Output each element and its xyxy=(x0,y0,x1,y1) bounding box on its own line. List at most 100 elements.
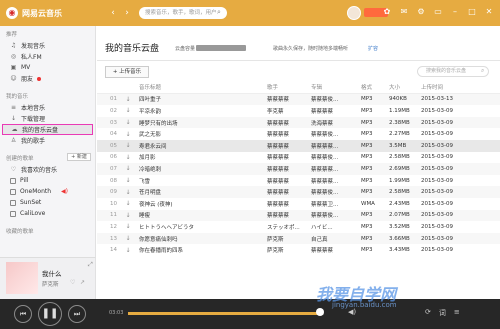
table-row[interactable]: 04 ↓ 武之无影 蔡蔡蔡蔡 蔡蔡蔡俊... MP3 2.27MB 2015-03-09 xyxy=(97,128,500,140)
column-header-artist[interactable]: 歌手 xyxy=(267,83,311,91)
sidebar-item-friends[interactable]: ☺ 朋友 xyxy=(0,73,95,84)
download-icon[interactable]: ↓ xyxy=(121,154,135,161)
download-icon[interactable]: ↓ xyxy=(121,200,135,207)
table-row[interactable]: 12 ↓ ヒトトうへヘアビうタ ステッオポ... ハイビ... MP3 3.52MB 2015… xyxy=(97,221,500,233)
download-icon[interactable]: ↓ xyxy=(121,119,135,126)
download-icon[interactable]: ↓ xyxy=(121,142,135,149)
volume-icon[interactable]: ◀) xyxy=(348,308,356,316)
download-icon[interactable]: ↓ xyxy=(121,165,135,172)
avatar[interactable] xyxy=(347,6,361,20)
lyrics-icon[interactable]: 词 xyxy=(439,308,446,318)
download-icon[interactable]: ↓ xyxy=(121,107,135,114)
table-row[interactable]: 05 ↓ 寿君永云间 蔡蔡蔡蔡 蔡蔡蔡蔡... MP3 3.5MB 2015-03-09 xyxy=(97,139,500,152)
song-artist: 蔡蔡蔡蔡 xyxy=(267,213,290,220)
table-row[interactable]: 01 ↓ 四叶重子 蔡蔡蔡蔡 蔡蔡蔡俊... MP3 940KB 2015-03-13 xyxy=(97,93,500,106)
download-icon[interactable]: ↓ xyxy=(121,223,135,230)
window-controls: ✿ ✉ ⚙ ▭ – □ ✕ xyxy=(382,6,494,18)
column-header-size[interactable]: 大小 xyxy=(389,83,421,91)
sidebar-item-playlist[interactable]: SunSet xyxy=(0,197,95,208)
cloud-search-input[interactable]: 搜索我的音乐云盘 xyxy=(417,66,489,77)
playlist-icon[interactable]: ≡ xyxy=(454,308,460,318)
song-format: MP3 xyxy=(361,235,373,242)
download-icon[interactable]: ↓ xyxy=(121,177,135,184)
sidebar-item-downloads[interactable]: ↓ 下载管理 xyxy=(0,113,95,124)
table-row[interactable]: 10 ↓ 夜神云 (夜神) 蔡蔡蔡蔡 蔡蔡蔡卫... WMA 2.43MB 2015-03-0… xyxy=(97,198,500,210)
notification-dot xyxy=(37,76,42,81)
table-row[interactable]: 07 ↓ 冷暗绝刺 蔡蔡蔡蔡 蔡蔡蔡蔡... MP3 2.69MB 2015-03-09 xyxy=(97,163,500,175)
sidebar-item-singers[interactable]: ♙ 我的歌手 xyxy=(0,135,95,146)
sidebar-item-discover[interactable]: ♫ 发现音乐 xyxy=(0,40,95,51)
download-icon[interactable]: ↓ xyxy=(121,235,135,242)
song-title: 睡梦只有的出场 xyxy=(139,120,178,127)
loop-icon[interactable]: ⟳ xyxy=(425,308,431,318)
download-icon: ↓ xyxy=(10,115,17,122)
title-bar: ◉ 网易云音乐 ‹ › 搜索音乐，歌手，歌词，用户 ⌕ ✿ ✉ ⚙ ▭ – □ … xyxy=(0,0,500,26)
song-upload-time: 2015-03-13 xyxy=(421,96,453,103)
upload-button[interactable]: + 上传音乐 xyxy=(105,66,149,78)
search-input[interactable]: 搜索音乐，歌手，歌词，用户 xyxy=(139,7,227,19)
pause-button[interactable]: ❚❚ xyxy=(38,302,62,326)
sidebar-section-my-music: 我的音乐 xyxy=(6,94,29,100)
table-row[interactable]: 14 ↓ 你在春播雨的四系 萨克斯 蔡蔡蔡蔡 MP3 3.43MB 2015-03-09 xyxy=(97,244,500,256)
download-icon[interactable]: ↓ xyxy=(121,247,135,254)
song-album: 蔡蔡蔡蔡 xyxy=(311,108,334,115)
song-title: 寿君永云间 xyxy=(139,143,167,150)
new-playlist-button[interactable]: + 新建 xyxy=(67,153,91,161)
song-format: MP3 xyxy=(361,165,373,172)
table-row[interactable]: 08 ↓ 飞雪 蔡蔡蔡蔡 蔡蔡蔡蔡... MP3 1.99MB 2015-03-09 xyxy=(97,175,500,187)
column-header-format[interactable]: 格式 xyxy=(361,83,389,91)
table-row[interactable]: 06 ↓ 加月影 蔡蔡蔡蔡 蔡蔡蔡俊... MP3 2.58MB 2015-03-09 xyxy=(97,152,500,164)
table-row[interactable]: 03 ↓ 睡梦只有的出场 蔡蔡蔡蔡 洗海蔡蔡 MP3 2.38MB 2015-03-09 xyxy=(97,116,500,129)
download-icon[interactable]: ↓ xyxy=(121,212,135,219)
song-size: 3.43MB xyxy=(389,247,410,254)
album-cover[interactable] xyxy=(6,262,38,294)
sidebar-item-playlist[interactable]: CaliLove xyxy=(0,208,95,219)
sidebar-item-playlist[interactable]: OneMonth ◀) xyxy=(0,186,95,197)
song-size: 2.27MB xyxy=(389,131,410,138)
now-playing-title[interactable]: 我什么 xyxy=(42,268,62,278)
table-row[interactable]: 11 ↓ 睡瘦 蔡蔡蔡蔡 蔡蔡蔡俊... MP3 2.07MB 2015-03-09 xyxy=(97,209,500,222)
table-row[interactable]: 02 ↓ 平凉永韵 李克蔡 蔡蔡蔡蔡 MP3 1.19MB 2015-03-09 xyxy=(97,105,500,117)
friends-icon: ☺ xyxy=(10,75,17,82)
sidebar-item-mv[interactable]: ▣ MV xyxy=(0,62,95,73)
sidebar-item-playlist[interactable]: Pill xyxy=(0,175,95,186)
sidebar-item-local[interactable]: ≡ 本地音乐 xyxy=(0,102,95,113)
now-playing-artist[interactable]: 萨克斯 xyxy=(42,280,59,288)
back-icon[interactable]: ‹ xyxy=(108,8,118,18)
expand-link[interactable]: 扩容 xyxy=(368,45,378,52)
minimize-icon[interactable]: – xyxy=(450,6,460,18)
like-icon[interactable]: ♡ xyxy=(70,279,75,286)
next-button[interactable]: ⏭ xyxy=(68,305,86,323)
progress-bar[interactable] xyxy=(128,312,324,315)
search-icon[interactable]: ⌕ xyxy=(481,67,484,75)
forward-icon[interactable]: › xyxy=(122,8,132,18)
column-header-title[interactable]: 音乐标题 xyxy=(135,83,267,91)
cloud-icon: ☁ xyxy=(11,126,18,133)
column-header-album[interactable]: 专辑 xyxy=(311,83,361,91)
song-title: 冷暗绝刺 xyxy=(139,166,162,173)
mail-icon[interactable]: ✉ xyxy=(399,6,409,18)
sidebar-item-liked[interactable]: ♡ 我喜欢的音乐 xyxy=(0,164,95,175)
singer-icon: ♙ xyxy=(10,137,17,144)
column-header-upload-time[interactable]: 上传时间 xyxy=(421,83,481,91)
skin-icon[interactable]: ✿ xyxy=(382,6,392,18)
maximize-icon[interactable]: □ xyxy=(467,6,477,18)
row-index: 08 xyxy=(110,177,117,184)
share-icon[interactable]: ↗ xyxy=(80,279,85,286)
mini-mode-icon[interactable]: ▭ xyxy=(433,6,443,18)
sidebar-item-fm[interactable]: ◎ 私人FM xyxy=(0,51,95,62)
song-format: MP3 xyxy=(361,247,373,254)
table-row[interactable]: 09 ↓ 苍月明盘 蔡蔡蔡蔡 蔡蔡蔡俊... MP3 2.58MB 2015-03-09 xyxy=(97,186,500,198)
song-artist: 蔡蔡蔡蔡 xyxy=(267,143,290,150)
download-icon[interactable]: ↓ xyxy=(121,189,135,196)
expand-icon[interactable]: ⤢ xyxy=(88,261,93,269)
app-logo[interactable]: ◉ 网易云音乐 xyxy=(6,7,102,19)
previous-button[interactable]: ⏮ xyxy=(14,305,32,323)
download-icon[interactable]: ↓ xyxy=(121,131,135,138)
close-icon[interactable]: ✕ xyxy=(484,6,494,18)
download-icon[interactable]: ↓ xyxy=(121,96,135,103)
sidebar-item-cloud[interactable]: ☁ 我的音乐云盘 xyxy=(2,124,93,135)
gear-icon[interactable]: ⚙ xyxy=(416,6,426,18)
table-row[interactable]: 13 ↓ 你愿意痛仙刺吗 萨克斯 自己真 MP3 3.66MB 2015-03-09 xyxy=(97,232,500,245)
search-icon[interactable]: ⌕ xyxy=(217,8,225,17)
